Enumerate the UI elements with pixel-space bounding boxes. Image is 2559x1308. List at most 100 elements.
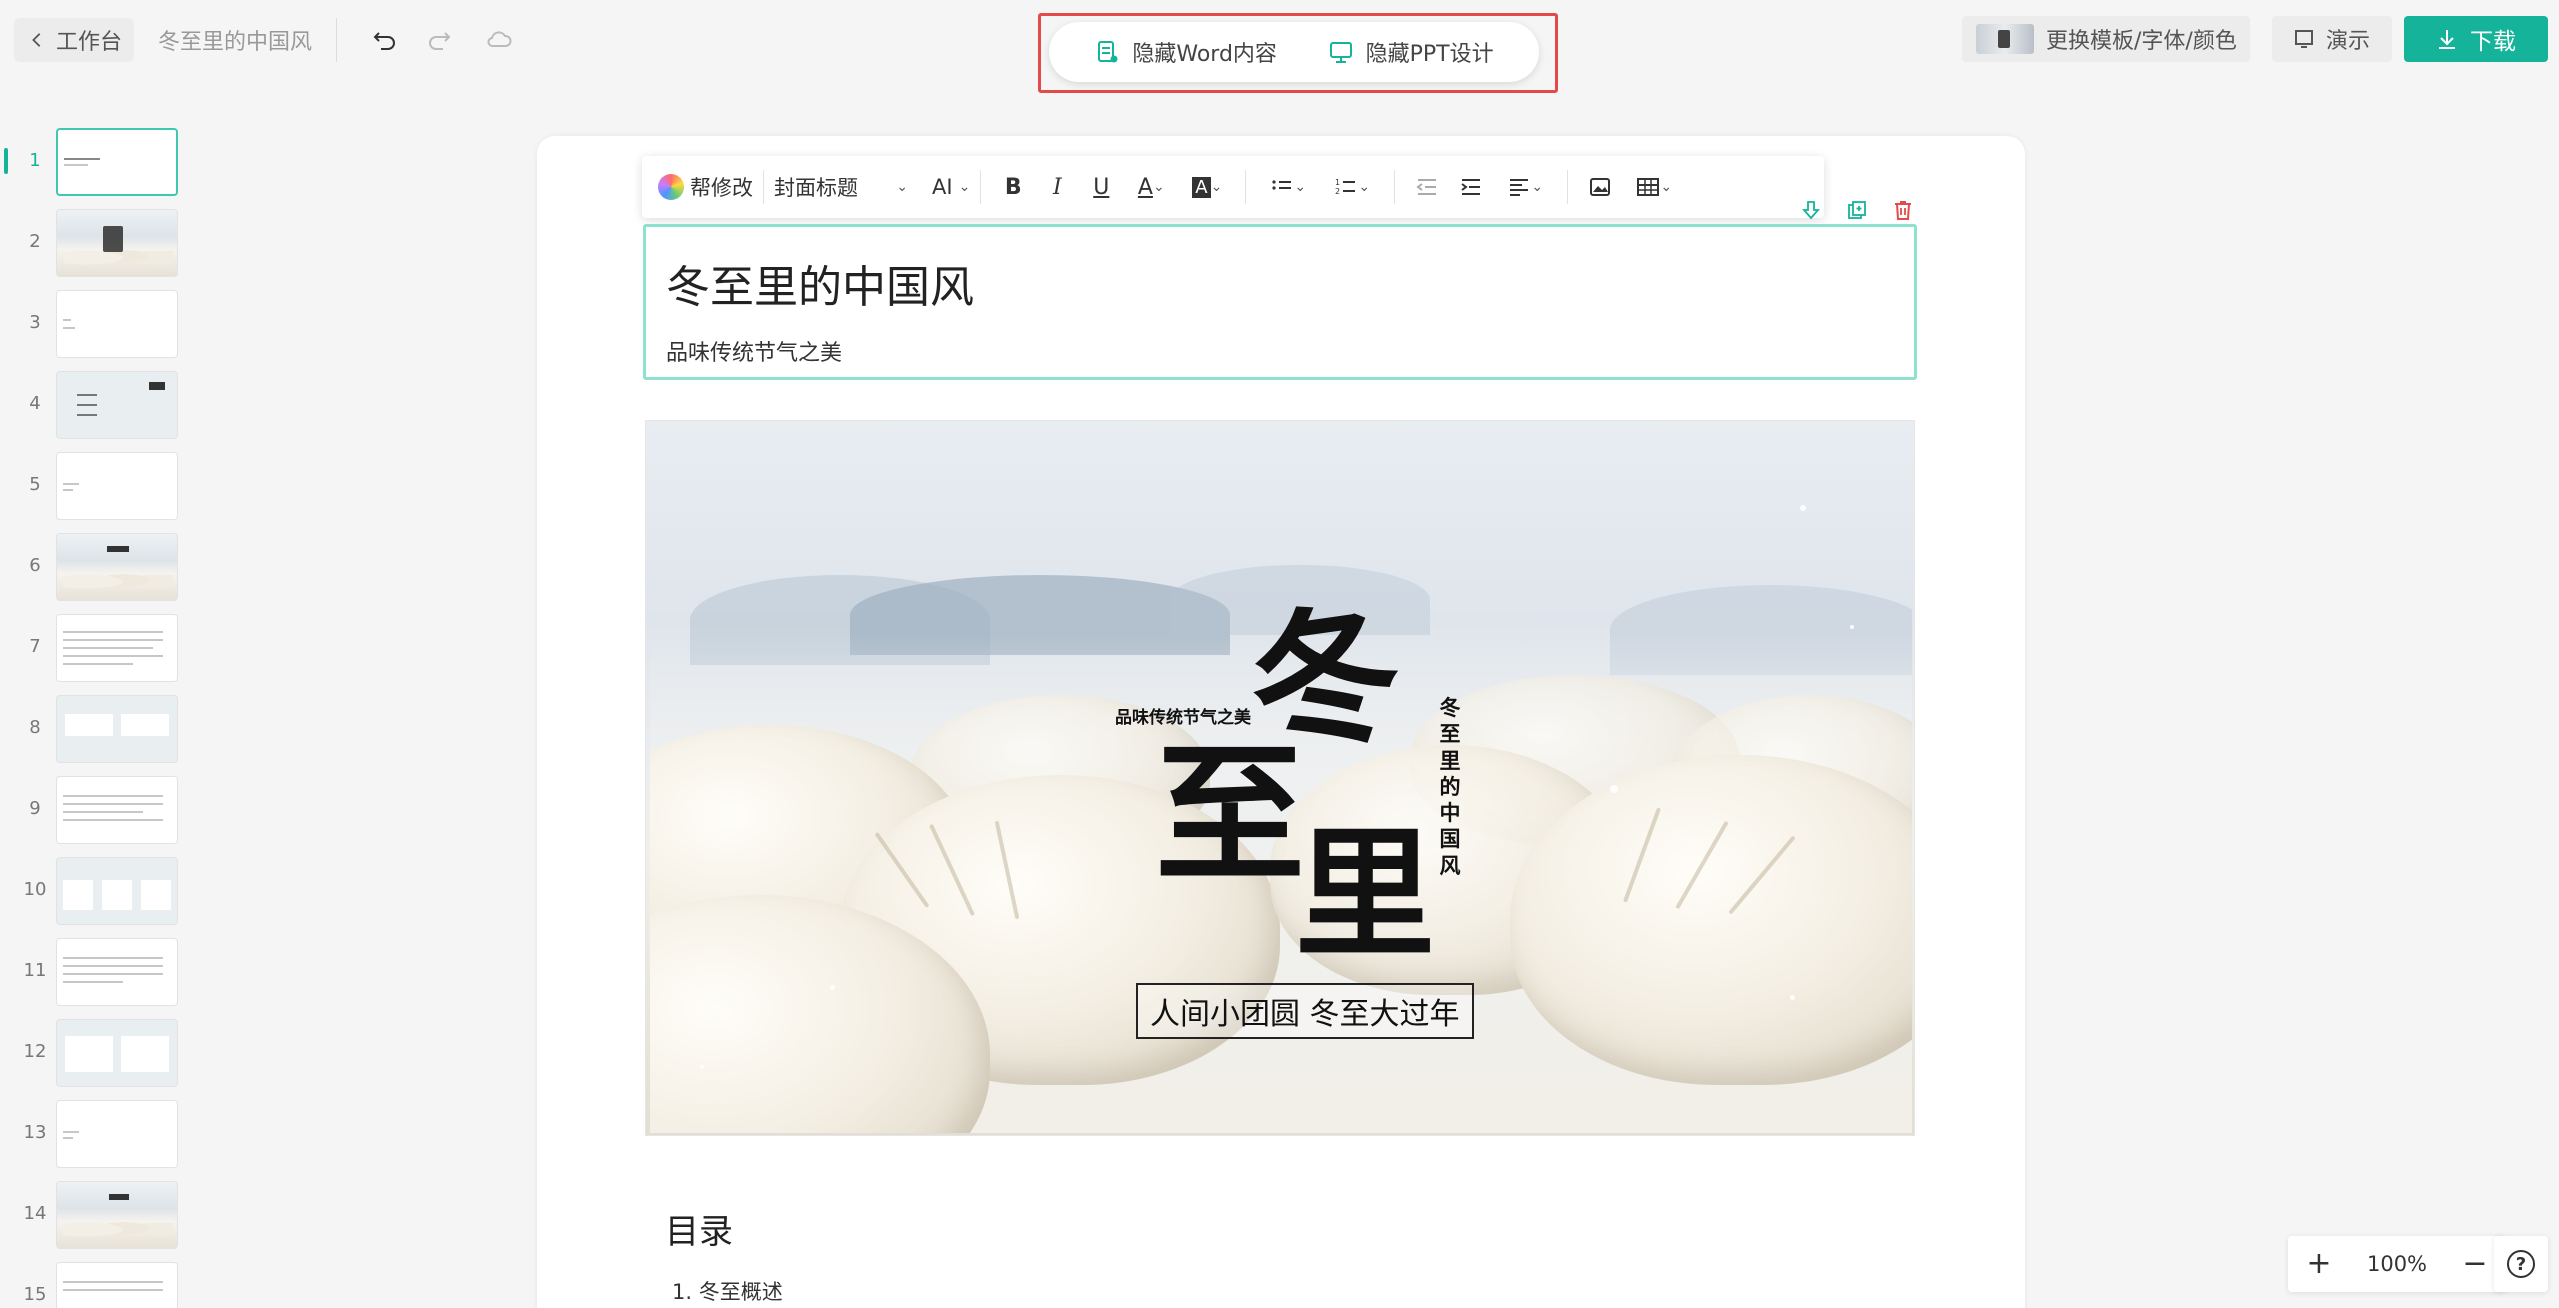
slide-thumbnail[interactable]: 11 xyxy=(0,936,190,1008)
highlight-color-button[interactable]: A ⌄ xyxy=(1179,167,1235,207)
hide-word-label: 隐藏Word内容 xyxy=(1132,42,1277,67)
chevron-down-icon: ⌄ xyxy=(1152,179,1165,195)
bold-icon: B xyxy=(1004,174,1022,200)
font-color-button[interactable]: A ⌄ xyxy=(1123,167,1179,207)
chevron-down-icon: ⌄ xyxy=(1531,179,1544,195)
slide-preview xyxy=(56,209,178,277)
slide-thumbnail[interactable]: 7 xyxy=(0,612,190,684)
cover-tagline: 人间小团圆 冬至大过年 xyxy=(1136,983,1474,1039)
insert-image-button[interactable] xyxy=(1578,167,1622,207)
download-button[interactable]: 下载 xyxy=(2404,16,2548,62)
download-icon xyxy=(2439,30,2455,49)
slide-thumbnail[interactable]: 12 xyxy=(0,1017,190,1089)
question-icon: ? xyxy=(2507,1250,2535,1278)
slide-preview xyxy=(56,128,178,196)
slide-thumbnail[interactable]: 15 xyxy=(0,1260,190,1308)
slide-thumbnail[interactable]: 6 xyxy=(0,531,190,603)
slide-thumbnail[interactable]: 5 xyxy=(0,450,190,522)
ai-assistant-icon xyxy=(658,174,684,200)
cover-title-text[interactable]: 冬至里的中国风 xyxy=(666,251,974,315)
view-toggle-highlight: 隐藏Word内容 隐藏PPT设计 xyxy=(1038,13,1558,93)
active-indicator xyxy=(4,148,8,174)
download-label: 下载 xyxy=(2470,29,2516,55)
zoom-in-button[interactable]: + xyxy=(2306,1249,2332,1279)
decrease-indent-button[interactable] xyxy=(1405,167,1449,207)
insert-table-button[interactable]: ⌄ xyxy=(1622,167,1686,207)
cover-subtitle-text[interactable]: 品味传统节气之美 xyxy=(666,335,842,367)
slide-preview xyxy=(56,857,178,925)
toc-heading[interactable]: 目录 xyxy=(665,1204,733,1253)
numbered-list-icon: 12 xyxy=(1335,178,1356,196)
font-color-icon: A xyxy=(1137,174,1153,200)
ai-font-size-button[interactable]: AI ⌄ xyxy=(932,167,970,207)
slide-preview xyxy=(56,452,178,520)
document-icon xyxy=(1098,41,1118,63)
cover-title-block[interactable]: 冬至里的中国风 品味传统节气之美 xyxy=(643,224,1917,380)
slide-thumbnail[interactable]: 9 xyxy=(0,774,190,846)
slide-thumbnail-list: 1 2 3 4 5 6 7 8 9 10 11 12 13 14 15 xyxy=(0,126,190,1308)
hide-ppt-design-toggle[interactable]: 隐藏PPT设计 xyxy=(1328,36,1494,68)
ai-label: AI xyxy=(932,175,953,199)
slide-thumbnail[interactable]: 10 xyxy=(0,855,190,927)
underline-button[interactable]: U xyxy=(1079,167,1123,207)
cover-slide-image[interactable]: 冬 至 里 品味传统节气之美 冬至里的中国风 人间小团圆 冬至大过年 xyxy=(645,420,1915,1136)
divider xyxy=(1245,170,1247,204)
slide-number: 13 xyxy=(23,1122,47,1143)
change-template-button[interactable]: 更换模板/字体/颜色 xyxy=(1962,16,2250,62)
slide-preview xyxy=(56,1181,178,1249)
chevron-down-icon: ⌄ xyxy=(1210,179,1223,195)
slide-thumbnail[interactable]: 13 xyxy=(0,1098,190,1170)
redo-button[interactable] xyxy=(422,22,456,56)
slide-number: 2 xyxy=(29,231,41,252)
chevron-down-icon: ⌄ xyxy=(1294,179,1307,195)
numbered-list-button[interactable]: 12 ⌄ xyxy=(1320,167,1384,207)
slide-thumbnail[interactable]: 3 xyxy=(0,288,190,360)
present-icon xyxy=(2294,30,2313,48)
move-down-button[interactable] xyxy=(1797,196,1825,224)
slide-thumbnail[interactable]: 4 xyxy=(0,369,190,441)
paragraph-style-select[interactable]: 封面标题 ⌄ xyxy=(774,167,914,207)
ai-help-edit-button[interactable]: 帮修改 xyxy=(658,167,753,207)
slide-number: 7 xyxy=(29,636,41,657)
chevron-left-icon xyxy=(32,33,41,47)
bold-button[interactable]: B xyxy=(991,167,1035,207)
duplicate-block-button[interactable] xyxy=(1843,196,1871,224)
cover-char-li: 里 xyxy=(1295,813,1436,977)
help-button[interactable]: ? xyxy=(2494,1236,2548,1292)
underline-icon: U xyxy=(1093,174,1110,200)
zoom-out-button[interactable]: − xyxy=(2462,1249,2488,1279)
delete-block-button[interactable] xyxy=(1889,196,1917,224)
present-button[interactable]: 演示 xyxy=(2272,16,2392,62)
document-title[interactable]: 冬至里的中国风 xyxy=(158,24,312,56)
undo-button[interactable] xyxy=(368,22,402,56)
chevron-down-icon: ⌄ xyxy=(896,179,908,195)
align-button[interactable]: ⌄ xyxy=(1493,167,1557,207)
slide-thumbnail[interactable]: 14 xyxy=(0,1179,190,1251)
slide-thumbnail[interactable]: 1 xyxy=(0,126,190,198)
slide-preview xyxy=(56,1019,178,1087)
slide-preview xyxy=(56,1262,178,1308)
svg-text:1: 1 xyxy=(1335,178,1340,187)
zoom-level: 100% xyxy=(2366,1252,2428,1276)
hide-word-content-toggle[interactable]: 隐藏Word内容 xyxy=(1094,36,1277,68)
slide-thumbnail[interactable]: 8 xyxy=(0,693,190,765)
slide-number: 5 xyxy=(29,474,41,495)
slide-number: 15 xyxy=(23,1284,47,1305)
italic-button[interactable]: I xyxy=(1035,167,1079,207)
slide-preview xyxy=(56,371,178,439)
indent-icon xyxy=(1461,179,1481,195)
slide-preview xyxy=(56,290,178,358)
toc-item[interactable]: 1. 冬至概述 xyxy=(672,1276,783,1306)
divider xyxy=(980,170,982,204)
slide-preview xyxy=(56,1100,178,1168)
outdent-icon xyxy=(1416,179,1437,195)
slide-number: 11 xyxy=(23,960,47,981)
present-label: 演示 xyxy=(2325,29,2370,54)
bullet-list-button[interactable]: ⌄ xyxy=(1256,167,1320,207)
back-to-workbench-button[interactable]: 工作台 xyxy=(14,18,134,62)
increase-indent-button[interactable] xyxy=(1449,167,1493,207)
align-left-icon xyxy=(1510,179,1529,196)
back-label: 工作台 xyxy=(56,30,123,55)
slide-thumbnail[interactable]: 2 xyxy=(0,207,190,279)
italic-icon: I xyxy=(1052,174,1062,200)
